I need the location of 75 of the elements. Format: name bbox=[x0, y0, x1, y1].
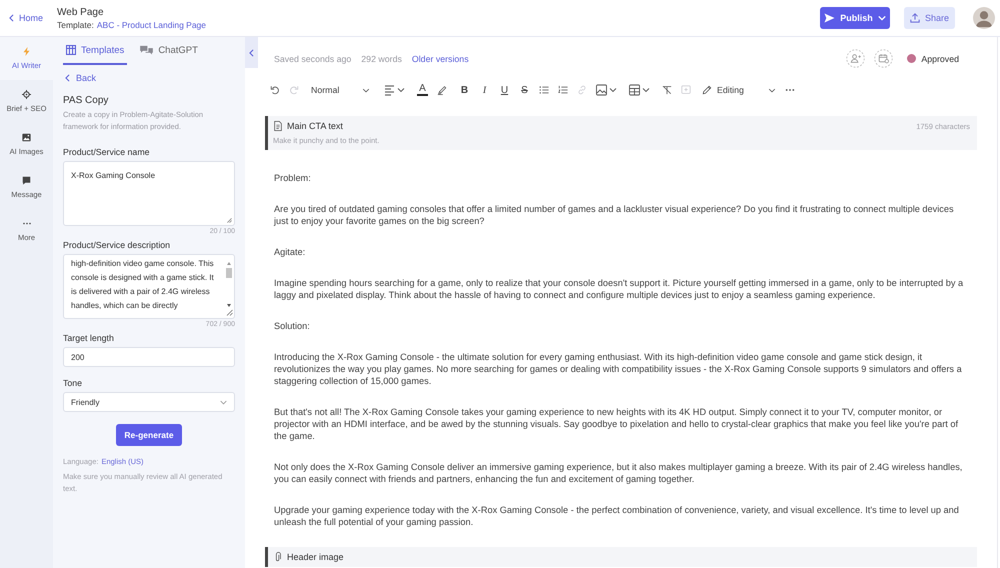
text-style-dropdown[interactable]: Normal bbox=[311, 85, 370, 95]
paragraph: Problem: bbox=[274, 172, 312, 184]
clear-format-icon[interactable] bbox=[662, 85, 672, 95]
crosshair-icon bbox=[22, 90, 31, 99]
template-title: PAS Copy bbox=[63, 95, 110, 106]
panel-tab[interactable]: Templates bbox=[63, 37, 128, 65]
template-link[interactable]: ABC - Product Landing Page bbox=[96, 20, 206, 30]
text-color-button[interactable]: A bbox=[417, 84, 428, 96]
block-title: Main CTA text bbox=[287, 121, 343, 131]
avatar[interactable] bbox=[973, 7, 995, 29]
strikethrough-button[interactable]: S bbox=[519, 84, 530, 96]
upload-icon bbox=[910, 13, 920, 23]
lightning-icon bbox=[22, 47, 31, 56]
bold-button[interactable]: B bbox=[459, 84, 470, 96]
word-count: 292 words bbox=[361, 54, 402, 64]
input-field[interactable]: 200 bbox=[63, 347, 235, 367]
underline-button[interactable]: U bbox=[499, 84, 510, 96]
paperclip-icon bbox=[275, 552, 281, 562]
share-button[interactable]: Share bbox=[904, 7, 955, 29]
text-area-field[interactable]: high-definition video game console. This console is designed with a game stick. It is delivered with a pair of 2.4G wireless handles, which can be directly bbox=[63, 254, 235, 319]
back-link[interactable]: Back bbox=[65, 73, 105, 83]
calendar-icon[interactable] bbox=[874, 49, 894, 68]
paragraph: Solution: bbox=[274, 320, 311, 332]
content-block-header[interactable]: Header image bbox=[265, 547, 977, 567]
document-icon bbox=[273, 121, 283, 131]
older-versions-link[interactable]: Older versions bbox=[412, 54, 469, 64]
save-status: Saved seconds ago bbox=[274, 54, 352, 64]
approval-status[interactable]: Approved bbox=[921, 54, 959, 64]
regenerate-button[interactable]: Re-generate bbox=[116, 424, 182, 446]
chevron-left-icon bbox=[9, 14, 14, 22]
pencil-icon bbox=[702, 85, 712, 95]
chevron-down-icon bbox=[878, 15, 886, 21]
chat-bubbles-icon bbox=[140, 45, 154, 55]
page-title: Web Page bbox=[57, 6, 105, 18]
image-icon[interactable] bbox=[596, 84, 618, 96]
image-icon bbox=[22, 133, 31, 142]
table-icon[interactable] bbox=[629, 84, 651, 96]
paragraph: Agitate: bbox=[274, 246, 306, 258]
mode-dropdown[interactable]: Editing bbox=[702, 85, 776, 95]
field-label: Product/Service name bbox=[63, 147, 151, 157]
template-label: Template: bbox=[57, 20, 94, 30]
paragraph: Imagine spending hours searching for a game, only to realize that your console doesn't support it. Picture yourself getting immersed in a game, only to be interrupted by a laggy and pixelated display. Think about the hassle of having to connect and configure multiple devices just to enjoy a seamless gaming experience. bbox=[274, 277, 964, 301]
bullet-list-icon[interactable] bbox=[539, 85, 549, 95]
paragraph: Upgrade your gaming experience today with the X-Rox Gaming Console - the perfect combination of convenience, variety, and visual excellence. It's time to level up and unleash the full potential of your gaming passion. bbox=[274, 504, 960, 528]
align-icon[interactable] bbox=[384, 84, 406, 96]
home-link[interactable]: Home bbox=[9, 13, 49, 23]
assign-person-icon[interactable] bbox=[846, 49, 866, 68]
text-area-field[interactable]: X-Rox Gaming Console bbox=[63, 161, 235, 226]
message-icon bbox=[22, 176, 31, 185]
paragraph: But that's not all! The X-Rox Gaming Console takes your gaming experience to new heights with its 4K HD output. Simply connect it to your TV, computer monitor, or projector with an HDMI interface, and be awed by the stunning visuals. Say goodbye to pixelation and hello to crystal-clear graphics that make you feel like you're part of the game. bbox=[274, 406, 960, 442]
select-field[interactable]: Friendly bbox=[63, 392, 235, 412]
chevron-down-icon bbox=[768, 88, 776, 92]
field-label: Tone bbox=[63, 378, 84, 388]
highlighter-icon[interactable] bbox=[437, 85, 447, 95]
chevron-down-icon bbox=[362, 88, 370, 92]
panel-tab[interactable]: ChatGPT bbox=[137, 37, 201, 65]
block-title: Header image bbox=[287, 552, 344, 562]
chevron-down-icon bbox=[220, 400, 227, 404]
grid-icon bbox=[66, 45, 76, 55]
numbered-list-icon[interactable] bbox=[558, 85, 568, 95]
paragraph: Introducing the X-Rox Gaming Console - the ultimate solution for every gaming enthusiast. With its high-definition video game console and game stick design, it revolutionizes the way you play games. No more searching for games or dealing with compatibility issues - the X-Rox Gaming Console supports 9 simulators and offers a staggering collection of 15,000 games. bbox=[274, 351, 963, 387]
paragraph: Are you tired of outdated gaming consoles that offer a limited number of games and a lackluster visual experience? Do you find it frustrating to connect multiple devices just to enjoy your favorite games on the big screen? bbox=[274, 203, 955, 227]
undo-icon[interactable] bbox=[270, 85, 280, 95]
more-icon bbox=[22, 222, 30, 225]
chevron-left-icon bbox=[249, 48, 254, 56]
chevron-left-icon bbox=[65, 74, 70, 82]
resize-grip-icon bbox=[227, 218, 232, 223]
field-label: Target length bbox=[63, 333, 115, 343]
italic-button[interactable]: I bbox=[479, 84, 490, 96]
collapse-panel-button[interactable] bbox=[245, 37, 258, 68]
paragraph: Not only does the X-Rox Gaming Console deliver an immersive gaming experience, but it also makes multiplayer gaming a breeze. With its pair of 2.4G wireless handles, you can easily connect with friends and partners, enhancing the fun and excitement of gaming together. bbox=[274, 461, 964, 485]
field-label: Product/Service description bbox=[63, 240, 172, 250]
more-icon[interactable] bbox=[785, 88, 795, 92]
send-icon bbox=[824, 13, 836, 23]
publish-button[interactable]: Publish bbox=[820, 7, 890, 29]
